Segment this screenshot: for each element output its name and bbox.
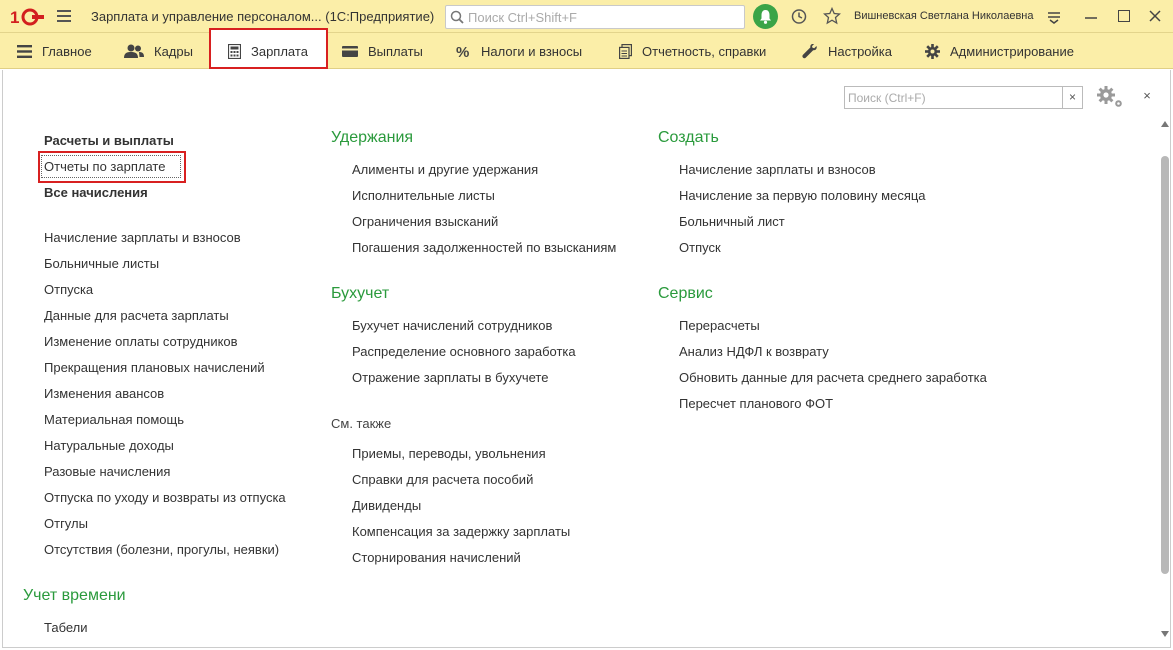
list-item[interactable]: Табели [44, 620, 88, 635]
scroll-up-arrow-icon[interactable] [1161, 120, 1169, 128]
wrench-icon [802, 43, 817, 58]
list-item[interactable]: Компенсация за задержку зарплаты [352, 524, 570, 539]
list-item[interactable]: Отгулы [44, 516, 88, 531]
link-salary-reports[interactable]: Отчеты по зарплате [44, 159, 165, 174]
main-menu-icon[interactable] [57, 10, 71, 22]
scroll-down-arrow-icon[interactable] [1161, 630, 1169, 638]
group-title-see-also: См. также [331, 416, 392, 431]
list-item[interactable]: Изменение оплаты сотрудников [44, 334, 238, 349]
list-item[interactable]: Ограничения взысканий [352, 214, 498, 229]
panel-search-placeholder: Поиск (Ctrl+F) [848, 91, 926, 105]
list-item[interactable]: Изменения авансов [44, 386, 164, 401]
section-main[interactable]: Главное [17, 33, 92, 69]
global-search-input[interactable]: Поиск Ctrl+Shift+F [445, 5, 745, 29]
group-title-time-tracking: Учет времени [23, 587, 126, 604]
group-title-accounting: Бухучет [331, 285, 390, 302]
section-payments[interactable]: Выплаты [342, 33, 423, 69]
list-item[interactable]: Алименты и другие удержания [352, 162, 538, 177]
list-item[interactable]: Сторнирования начислений [352, 550, 521, 565]
gear-icon [925, 43, 940, 59]
1c-logo[interactable]: 1 [10, 7, 44, 27]
panel-close-button[interactable]: × [1140, 89, 1154, 103]
list-item[interactable]: Дивиденды [352, 498, 421, 513]
link-calculations-payments[interactable]: Расчеты и выплаты [44, 133, 174, 148]
section-payments-label: Выплаты [368, 43, 423, 59]
section-taxes[interactable]: % Налоги и взносы [456, 33, 582, 69]
list-item[interactable]: Больничный лист [679, 214, 785, 229]
list-item[interactable]: Справки для расчета пособий [352, 472, 533, 487]
close-window-icon[interactable] [1148, 9, 1162, 23]
wallet-icon [342, 45, 358, 57]
favorites-star-icon[interactable] [823, 7, 841, 25]
list-item[interactable]: Обновить данные для расчета среднего зар… [679, 370, 987, 385]
list-item[interactable]: Больничные листы [44, 256, 159, 271]
list-item[interactable]: Данные для расчета зарплаты [44, 308, 229, 323]
panel-search-clear-button[interactable]: × [1063, 86, 1083, 109]
list-item[interactable]: Отпуск [679, 240, 721, 255]
title-bar: 1 Зарплата и управление персоналом... (1… [0, 0, 1173, 33]
list-item[interactable]: Натуральные доходы [44, 438, 174, 453]
group-title-deductions: Удержания [331, 129, 414, 146]
minimize-icon[interactable] [1084, 10, 1098, 24]
panel-search-input[interactable]: Поиск (Ctrl+F) [844, 86, 1063, 109]
list-item[interactable]: Начисление зарплаты и взносов [44, 230, 241, 245]
global-search-placeholder: Поиск Ctrl+Shift+F [468, 10, 577, 25]
section-main-label: Главное [42, 43, 92, 59]
section-salary[interactable]: Зарплата [228, 33, 308, 69]
list-item[interactable]: Перерасчеты [679, 318, 760, 333]
bell-icon [760, 10, 771, 24]
section-taxes-label: Налоги и взносы [481, 43, 583, 59]
list-item[interactable]: Материальная помощь [44, 412, 184, 427]
list-item[interactable]: Анализ НДФЛ к возврату [679, 344, 829, 359]
section-reports-label: Отчетность, справки [642, 43, 767, 59]
list-item[interactable]: Начисление зарплаты и взносов [679, 162, 876, 177]
list-item[interactable]: Прекращения плановых начислений [44, 360, 265, 375]
list-item[interactable]: Погашения задолженностей по взысканиям [352, 240, 616, 255]
calculator-icon [228, 43, 241, 59]
documents-icon [619, 43, 632, 59]
percent-icon: % [456, 44, 469, 59]
window-menu-icon[interactable] [1047, 10, 1061, 24]
notifications-button[interactable] [753, 4, 778, 29]
search-icon [450, 10, 464, 24]
link-all-accruals[interactable]: Все начисления [44, 185, 148, 200]
section-admin-label: Администрирование [950, 43, 1074, 59]
people-icon [124, 44, 144, 58]
section-settings-label: Настройка [828, 43, 892, 59]
menu-icon [17, 44, 32, 58]
app-title: Зарплата и управление персоналом... (1С:… [91, 9, 435, 24]
section-hr-label: Кадры [154, 43, 193, 59]
list-item[interactable]: Начисление за первую половину месяца [679, 188, 926, 203]
list-item[interactable]: Отпуска [44, 282, 93, 297]
list-item[interactable]: Исполнительные листы [352, 188, 495, 203]
section-reports[interactable]: Отчетность, справки [619, 33, 766, 69]
maximize-icon[interactable] [1118, 10, 1130, 22]
list-item[interactable]: Приемы, переводы, увольнения [352, 446, 546, 461]
list-item[interactable]: Отсутствия (болезни, прогулы, неявки) [44, 542, 279, 557]
list-item[interactable]: Бухучет начислений сотрудников [352, 318, 552, 333]
panel-settings-gear-icon[interactable] [1096, 85, 1124, 109]
section-hr[interactable]: Кадры [124, 33, 193, 69]
group-title-service: Сервис [658, 285, 713, 302]
svg-text:%: % [456, 44, 469, 59]
list-item[interactable]: Отражение зарплаты в бухучете [352, 370, 548, 385]
list-item[interactable]: Отпуска по уходу и возвраты из отпуска [44, 490, 286, 505]
history-icon[interactable] [790, 8, 807, 25]
section-settings[interactable]: Настройка [802, 33, 892, 69]
list-item[interactable]: Распределение основного заработка [352, 344, 576, 359]
current-user[interactable]: Вишневская Светлана Николаевна [854, 10, 1034, 22]
list-item[interactable]: Разовые начисления [44, 464, 170, 479]
list-item[interactable]: Пересчет планового ФОТ [679, 396, 833, 411]
section-salary-label: Зарплата [251, 43, 308, 59]
svg-text:1: 1 [10, 8, 19, 27]
section-admin[interactable]: Администрирование [925, 33, 1074, 69]
group-title-create: Создать [658, 129, 719, 146]
scrollbar-thumb[interactable] [1161, 156, 1169, 574]
